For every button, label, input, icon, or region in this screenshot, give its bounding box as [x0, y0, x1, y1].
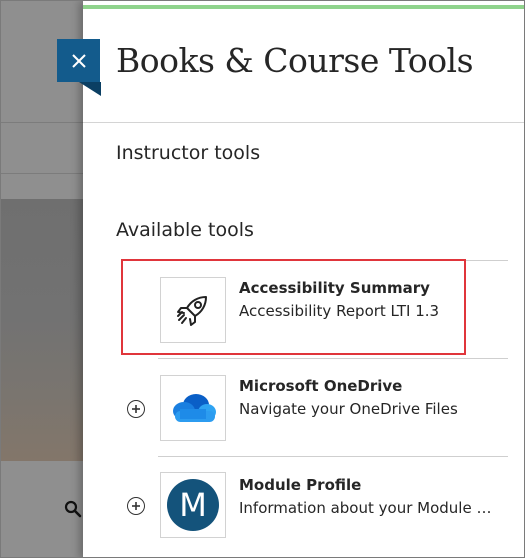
tool-name[interactable]: Module Profile — [239, 476, 361, 494]
plus-icon — [132, 405, 140, 413]
plus-icon — [132, 502, 140, 510]
tool-tile-microsoft-onedrive[interactable] — [160, 375, 226, 441]
tool-description: Navigate your OneDrive Files — [239, 400, 458, 418]
window-frame: Books & Course Tools Instructor tools Av… — [0, 0, 525, 558]
tool-description: Information about your Module with Modul… — [239, 499, 503, 517]
close-icon — [71, 53, 86, 68]
add-tool-button[interactable] — [127, 497, 145, 515]
available-tools-heading: Available tools — [116, 219, 254, 241]
close-panel-button[interactable] — [57, 39, 101, 96]
add-tool-button[interactable] — [127, 400, 145, 418]
tool-tile-module-profile[interactable]: M — [160, 472, 226, 538]
tool-name[interactable]: Microsoft OneDrive — [239, 377, 402, 395]
module-profile-avatar: M — [167, 479, 219, 531]
tool-divider — [158, 456, 508, 457]
highlight-box — [121, 259, 466, 355]
instructor-tools-heading: Instructor tools — [116, 142, 261, 164]
panel-title: Books & Course Tools — [116, 41, 474, 80]
background-banner-image — [1, 199, 83, 461]
onedrive-cloud-icon — [173, 394, 216, 422]
search-icon — [64, 500, 82, 523]
panel-accent-strip — [83, 5, 524, 9]
background-divider — [1, 173, 83, 174]
header-divider — [83, 122, 524, 123]
background-divider — [1, 122, 83, 123]
tool-divider — [158, 358, 508, 359]
